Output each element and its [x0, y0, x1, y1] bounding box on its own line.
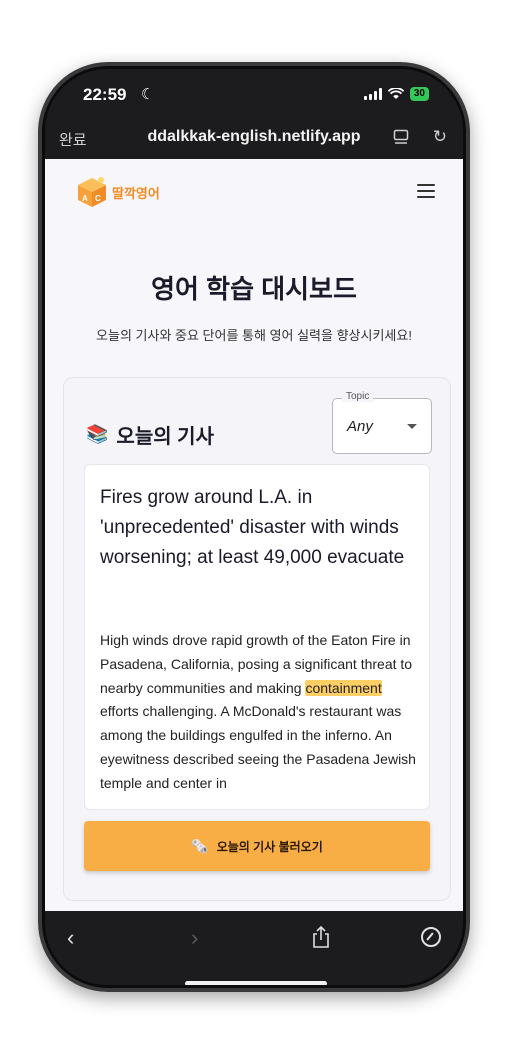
topic-legend: Topic — [342, 391, 374, 402]
article-body-end: efforts challenging. A McDonald's restau… — [100, 703, 416, 791]
reader-icon[interactable] — [393, 129, 409, 145]
card-title: 오늘의 기사 — [116, 426, 214, 448]
svg-text:C: C — [95, 194, 101, 203]
status-time: 22:59 — [83, 85, 127, 104]
logo-icon: A C — [78, 177, 106, 207]
compass-icon[interactable] — [421, 927, 441, 947]
share-icon[interactable] — [311, 925, 331, 949]
home-indicator[interactable] — [185, 981, 327, 985]
logo[interactable]: A C 딸깍영어 — [75, 175, 160, 209]
browser-address-bar: 완료 ddalkkak-english.netlify.app ↻ — [45, 121, 463, 159]
article-card: 📚 오늘의 기사 Topic Any Fires grow around L.A… — [63, 377, 451, 901]
page-title: 영어 학습 대시보드 — [151, 274, 357, 304]
forward-icon[interactable]: › — [191, 925, 198, 951]
status-bar: 22:59 ☾ 30 — [45, 69, 463, 121]
battery-icon: 30 — [409, 87, 429, 101]
books-icon: 📚 — [86, 424, 109, 444]
load-article-label: 오늘의 기사 불러오기 — [216, 839, 323, 854]
article-body: High winds drove rapid growth of the Eat… — [100, 629, 420, 796]
moon-icon: ☾ — [141, 86, 155, 103]
svg-text:A: A — [82, 194, 88, 203]
status-right: 30 — [363, 87, 429, 101]
web-page: A C 딸깍영어 영어 학습 대시보드 오늘의 기사와 중요 단어를 통해 영어… — [45, 159, 463, 911]
wifi-icon — [387, 88, 404, 99]
highlighted-word[interactable]: containment — [305, 679, 382, 696]
phone-frame: 22:59 ☾ 30 완료 ddalkkak-english.netlify.a… — [38, 62, 470, 992]
screen: 22:59 ☾ 30 완료 ddalkkak-english.netlify.a… — [45, 69, 463, 985]
newspaper-icon: 🗞️ — [191, 837, 209, 854]
topic-value: Any — [347, 418, 373, 435]
chevron-down-icon — [407, 424, 417, 429]
card-header: 📚 오늘의 기사 — [86, 420, 214, 449]
load-article-button[interactable]: 🗞️ 오늘의 기사 불러오기 — [84, 821, 430, 871]
reload-icon[interactable]: ↻ — [433, 127, 447, 147]
article-box[interactable]: Fires grow around L.A. in 'unprecedented… — [84, 464, 430, 810]
brand-name: 딸깍영어 — [112, 185, 160, 201]
article-headline: Fires grow around L.A. in 'unprecedented… — [100, 487, 405, 568]
back-icon[interactable]: ‹ — [67, 925, 74, 951]
page-subtitle: 오늘의 기사와 중요 단어를 통해 영어 실력을 향상시키세요! — [96, 328, 412, 343]
signal-icon — [363, 88, 382, 100]
browser-toolbar: ‹ › — [45, 911, 463, 985]
phone-bezel: 22:59 ☾ 30 완료 ddalkkak-english.netlify.a… — [42, 66, 466, 988]
topic-select[interactable]: Topic Any — [332, 391, 432, 454]
hamburger-menu-icon[interactable] — [417, 184, 435, 198]
top-nav: A C 딸깍영어 — [45, 159, 463, 225]
